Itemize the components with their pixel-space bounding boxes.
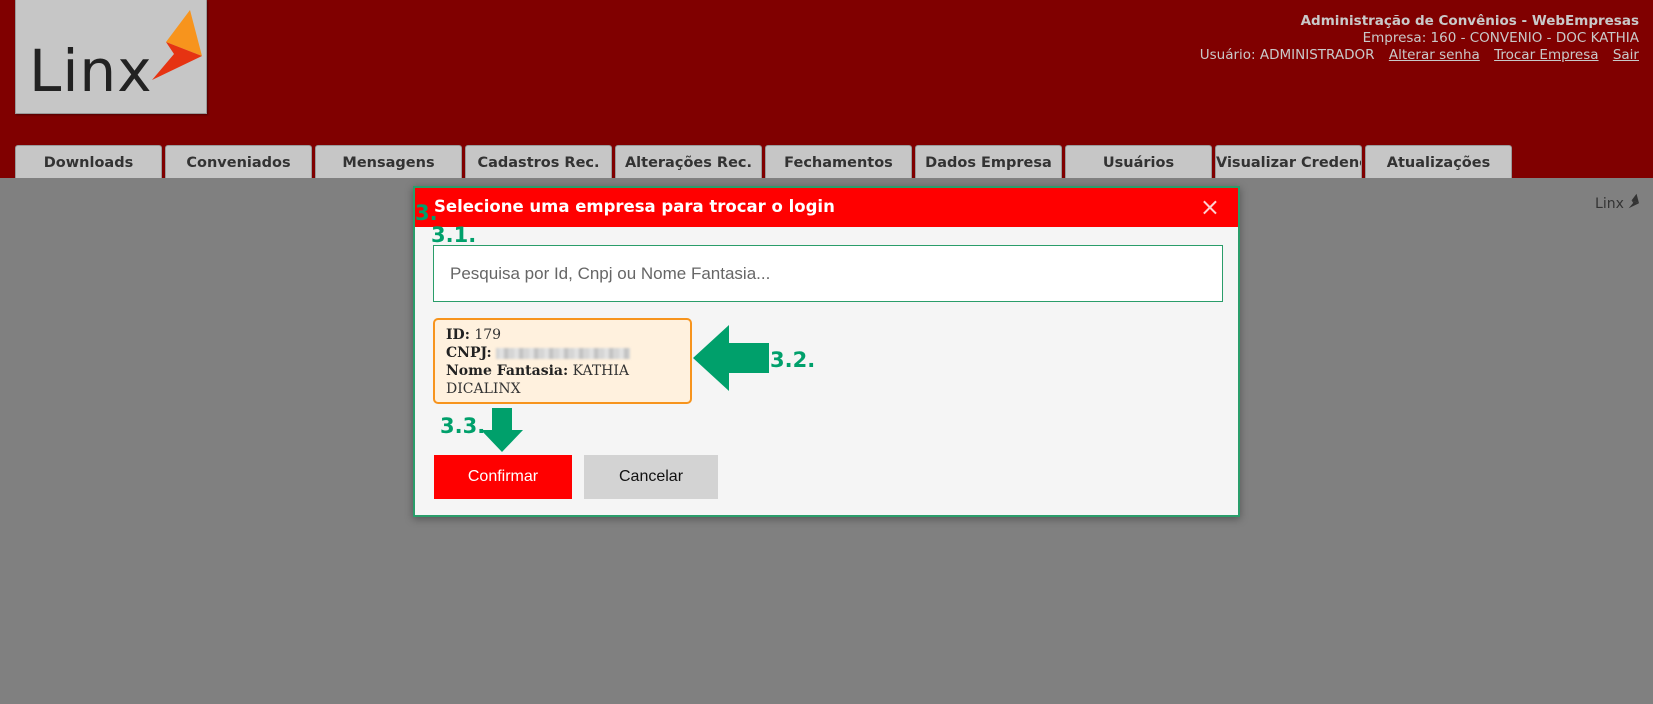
top-header: Linx Administração de Convênios - WebEmp… [0, 0, 1653, 178]
session-info: Administração de Convênios - WebEmpresas… [1200, 13, 1639, 64]
change-password-link[interactable]: Alterar senha [1389, 47, 1480, 63]
arrow-left-icon [693, 325, 769, 391]
tab-alteracoes-rec[interactable]: Alterações Rec. [615, 145, 762, 178]
company-id-label: ID: [446, 327, 470, 343]
company-cnpj-label: CNPJ: [446, 345, 492, 361]
switch-company-dialog: Selecione uma empresa para trocar o logi… [413, 186, 1240, 517]
corner-logo-bolt-icon [1628, 193, 1639, 209]
logo-bolt-icon [152, 10, 202, 80]
user-line-row: Usuário: ADMINISTRADOR Alterar senha Tro… [1200, 47, 1639, 64]
redacted-cnpj [496, 347, 631, 359]
switch-company-link[interactable]: Trocar Empresa [1494, 47, 1598, 63]
annotation-step-3-1: 3.1. [431, 223, 477, 247]
company-id-row: ID: 179 [446, 326, 679, 344]
tab-conveniados[interactable]: Conveniados [165, 145, 312, 178]
dialog-title: Selecione uma empresa para trocar o logi… [434, 197, 835, 216]
corner-logo-text: Linx [1595, 196, 1624, 212]
tab-fechamentos[interactable]: Fechamentos [765, 145, 912, 178]
arrow-down-icon [481, 408, 523, 452]
annotation-step-3-3: 3.3. [440, 414, 486, 438]
tab-cadastros-rec[interactable]: Cadastros Rec. [465, 145, 612, 178]
company-line: Empresa: 160 - CONVENIO - DOC KATHIA [1362, 30, 1639, 46]
company-cnpj-row: CNPJ: [446, 344, 679, 362]
company-search-box [433, 245, 1223, 302]
company-name-label: Nome Fantasia: [446, 363, 569, 379]
logo-wordmark: Linx [29, 37, 153, 105]
company-id-value: 179 [474, 327, 502, 343]
cancel-button[interactable]: Cancelar [584, 455, 718, 499]
tab-usuarios[interactable]: Usuários [1065, 145, 1212, 178]
linx-logo[interactable]: Linx [15, 0, 207, 114]
logout-link[interactable]: Sair [1613, 47, 1639, 63]
company-name-row: Nome Fantasia: KATHIA DICALINX [446, 362, 679, 398]
tab-visualizar-credencial[interactable]: Visualizar Credencial [1215, 145, 1362, 178]
close-icon[interactable]: × [1200, 195, 1220, 219]
annotation-step-3: 3. [415, 201, 438, 225]
user-line: Usuário: ADMINISTRADOR [1199, 47, 1375, 63]
confirm-button[interactable]: Confirmar [434, 455, 572, 499]
tab-downloads[interactable]: Downloads [15, 145, 162, 178]
company-result-card[interactable]: ID: 179 CNPJ: Nome Fantasia: KATHIA DICA… [433, 318, 692, 404]
dialog-header: Selecione uma empresa para trocar o logi… [415, 188, 1238, 227]
app-title: Administração de Convênios - WebEmpresas [1300, 13, 1639, 29]
annotation-step-3-2: 3.2. [770, 348, 816, 372]
tab-atualizacoes[interactable]: Atualizações [1365, 145, 1512, 178]
tab-dados-empresa[interactable]: Dados Empresa [915, 145, 1062, 178]
content-corner-logo: Linx [1595, 193, 1639, 212]
tab-mensagens[interactable]: Mensagens [315, 145, 462, 178]
company-search-input[interactable] [434, 246, 1222, 301]
